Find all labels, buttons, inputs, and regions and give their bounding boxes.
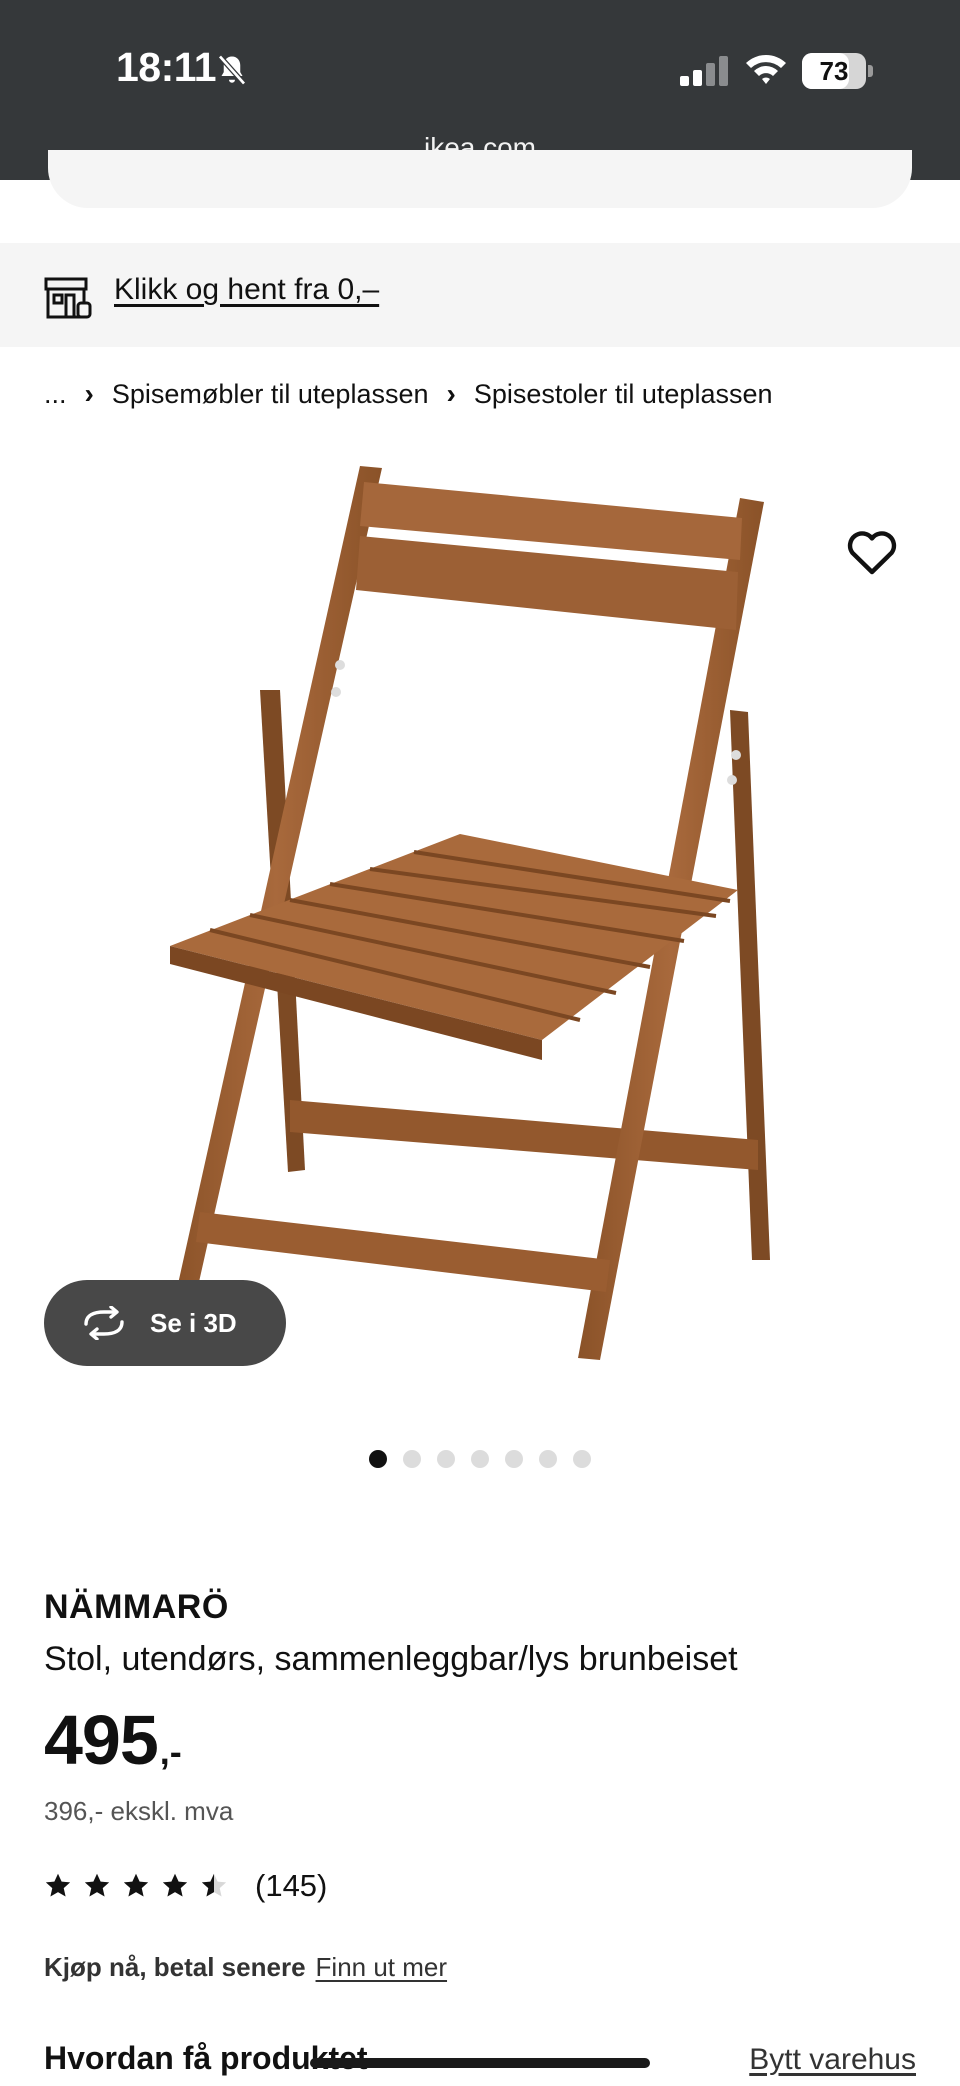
rotate-icon (84, 1306, 124, 1340)
carousel-dot[interactable] (369, 1450, 387, 1468)
price-suffix: ,- (159, 1731, 182, 1772)
product-image-gallery[interactable]: Se i 3D (0, 440, 960, 1420)
bnpl-title: Kjøp nå, betal senere (44, 1952, 306, 1982)
status-time: 18:11 (116, 44, 217, 90)
price-excl-vat: 396,- ekskl. mva (44, 1796, 234, 1826)
chevron-right-icon: › (84, 378, 94, 409)
star-filled-icon (84, 1873, 110, 1897)
breadcrumb-item-outdoor-dining[interactable]: Spisemøbler til uteplassen (112, 379, 429, 410)
carousel-dot[interactable] (437, 1450, 455, 1468)
product-description: Stol, utendørs, sammenleggbar/lys brunbe… (44, 1640, 738, 1678)
image-carousel-pagination (0, 1450, 960, 1468)
breadcrumb: ... › Spisemøbler til uteplassen › Spise… (44, 378, 773, 410)
learn-more-link[interactable]: Finn ut mer (316, 1952, 448, 1983)
carousel-dot[interactable] (573, 1450, 591, 1468)
star-filled-icon (162, 1873, 188, 1897)
product-price: 495 ,- (44, 1700, 182, 1780)
chevron-right-icon: › (446, 378, 456, 409)
click-collect-link[interactable]: Klikk og hent fra 0,– (114, 273, 379, 307)
view-in-3d-label: Se i 3D (150, 1307, 237, 1338)
heart-icon[interactable] (846, 530, 898, 576)
star-filled-icon (45, 1873, 71, 1897)
battery-percentage: 73 (819, 56, 849, 86)
battery-icon: 73 (802, 53, 873, 89)
product-name: NÄMMARÖ (44, 1588, 229, 1626)
carousel-dot[interactable] (539, 1450, 557, 1468)
star-half-icon (201, 1873, 227, 1897)
cellular-signal-icon (680, 56, 728, 86)
product-image[interactable] (170, 460, 790, 1420)
wifi-icon (746, 55, 786, 84)
store-icon (44, 277, 92, 319)
buy-now-pay-later: Kjøp nå, betal senere Finn ut mer (44, 1952, 447, 1983)
carousel-dot[interactable] (403, 1450, 421, 1468)
bell-slash-icon (218, 54, 246, 86)
change-store-link[interactable]: Bytt varehus (749, 2043, 916, 2077)
breadcrumb-item-outdoor-chairs[interactable]: Spisestoler til uteplassen (474, 379, 773, 410)
price-amount: 495 (44, 1701, 159, 1779)
click-collect-banner: Klikk og hent fra 0,– (0, 243, 960, 347)
carousel-dot[interactable] (505, 1450, 523, 1468)
carousel-dot[interactable] (471, 1450, 489, 1468)
home-indicator (310, 2058, 650, 2068)
view-in-3d-button[interactable]: Se i 3D (44, 1280, 286, 1366)
product-rating[interactable]: (145) (44, 1868, 327, 1904)
review-count[interactable]: (145) (255, 1868, 327, 1904)
search-field[interactable] (48, 150, 912, 208)
breadcrumb-ellipsis[interactable]: ... (44, 379, 67, 410)
star-filled-icon (123, 1873, 149, 1897)
